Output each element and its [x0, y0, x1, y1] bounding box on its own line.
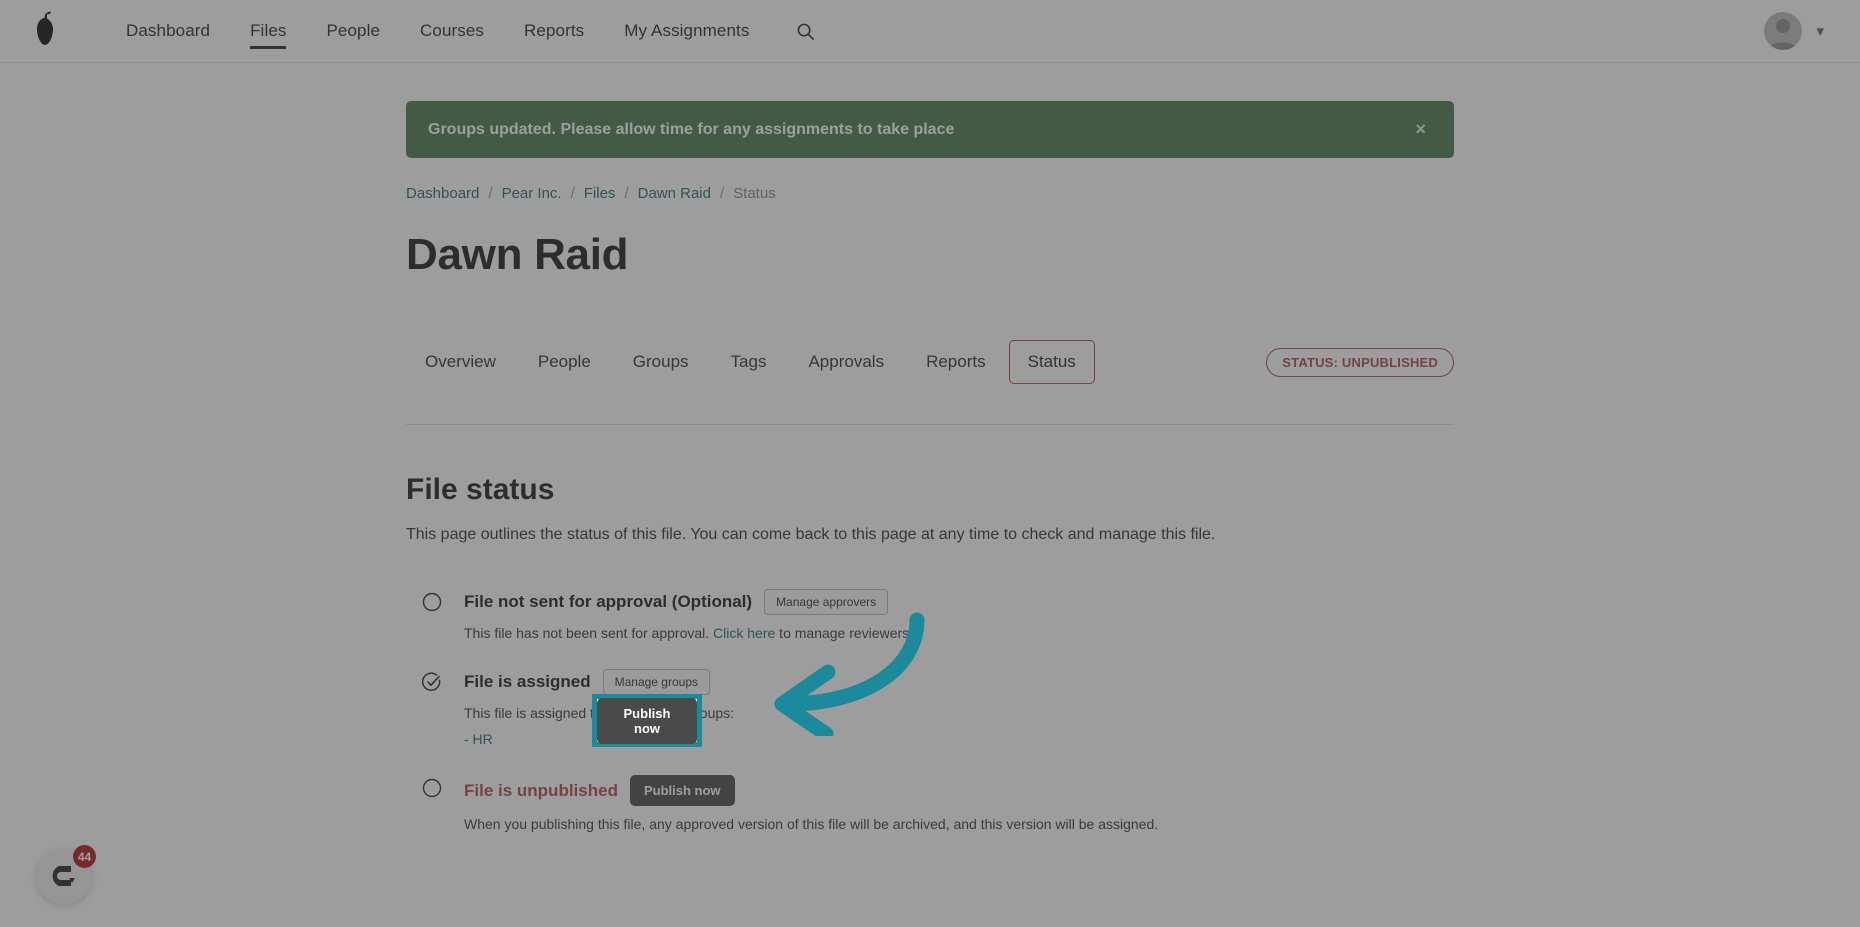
tab-groups[interactable]: Groups	[614, 340, 708, 384]
tab-people[interactable]: People	[519, 340, 610, 384]
circle-check-icon	[421, 672, 444, 694]
tab-label: Groups	[632, 352, 689, 371]
status-step-body: File not sent for approval (Optional) Ma…	[464, 589, 1454, 641]
status-step-unpublished: File is unpublished Publish now When you…	[406, 775, 1454, 832]
breadcrumb-separator: /	[624, 185, 629, 202]
chevron-down-icon[interactable]: ▾	[1816, 22, 1824, 40]
section-divider	[406, 424, 1454, 425]
content-wrapper: Groups updated. Please allow time for an…	[406, 101, 1454, 832]
manage-groups-button[interactable]: Manage groups	[602, 669, 710, 695]
status-step-approval: File not sent for approval (Optional) Ma…	[406, 589, 1454, 641]
nav-item-my-assignments[interactable]: My Assignments	[604, 0, 769, 62]
user-avatar-icon[interactable]	[1764, 12, 1803, 50]
page-title: Dawn Raid	[406, 230, 629, 279]
chat-widget-icon[interactable]: 44	[36, 845, 96, 904]
section-title: File status	[406, 473, 555, 506]
nav-item-reports[interactable]: Reports	[504, 0, 604, 62]
tab-bar: Overview People Groups Tags Approvals Re…	[406, 340, 1454, 384]
status-step-description: This file has not been sent for approval…	[464, 625, 1454, 641]
tab-reports[interactable]: Reports	[907, 340, 1005, 384]
tab-label: People	[537, 352, 591, 371]
status-step-title: File is assigned	[464, 672, 591, 691]
search-icon[interactable]	[791, 17, 819, 45]
circle-empty-icon	[422, 592, 444, 614]
status-step-desc-before: This file has not been sent for approval…	[464, 625, 714, 641]
nav-item-courses[interactable]: Courses	[400, 0, 504, 62]
pear-logo-icon[interactable]	[22, 8, 68, 54]
click-here-link[interactable]: Click here	[713, 625, 775, 641]
tab-label: Overview	[425, 352, 496, 371]
nav-label: Courses	[420, 21, 485, 40]
breadcrumb-separator: /	[488, 185, 493, 202]
status-step-description: When you publishing this file, any appro…	[464, 816, 1159, 832]
nav-label: Dashboard	[126, 21, 211, 40]
widget-badge-count: 44	[73, 845, 96, 868]
nav-label: Files	[250, 21, 287, 40]
breadcrumb-item-pear-inc[interactable]: Pear Inc.	[502, 185, 562, 202]
tab-tags[interactable]: Tags	[712, 340, 786, 384]
tab-label: Reports	[926, 352, 986, 371]
status-step-title: File not sent for approval (Optional)	[464, 592, 753, 611]
nav-right-group: ▾	[1764, 12, 1838, 50]
manage-approvers-button[interactable]: Manage approvers	[764, 589, 889, 615]
status-step-title: File is unpublished	[464, 780, 618, 800]
nav-label: My Assignments	[624, 21, 750, 40]
breadcrumb-item-files[interactable]: Files	[584, 185, 616, 202]
alert-message: Groups updated. Please allow time for an…	[428, 120, 955, 138]
breadcrumb-separator: /	[570, 185, 575, 202]
breadcrumb-item-status: Status	[733, 185, 776, 202]
tabs-group: Overview People Groups Tags Approvals Re…	[406, 340, 1095, 384]
tab-label: Status	[1027, 352, 1076, 371]
status-step-header: File is unpublished Publish now	[464, 775, 1454, 806]
tab-status[interactable]: Status	[1008, 340, 1095, 384]
breadcrumb-separator: /	[719, 185, 725, 202]
nav-item-files[interactable]: Files	[230, 0, 306, 62]
breadcrumb-item-dawn-raid[interactable]: Dawn Raid	[638, 185, 711, 202]
tab-overview[interactable]: Overview	[406, 340, 515, 384]
tab-label: Tags	[730, 352, 767, 371]
status-step-assigned: File is assigned Manage groups This file…	[406, 669, 1454, 747]
nav-label: Reports	[524, 21, 585, 40]
publish-now-button[interactable]: Publish now	[597, 697, 697, 744]
nav-label: People	[326, 21, 381, 40]
flash-alert: Groups updated. Please allow time for an…	[406, 101, 1454, 158]
highlight-box: Publish now	[592, 694, 702, 747]
page-root: Dashboard Files People Courses Reports M…	[0, 0, 1860, 927]
breadcrumb: Dashboard / Pear Inc. / Files / Dawn Rai…	[406, 185, 1454, 202]
main-content: Groups updated. Please allow time for an…	[0, 63, 1860, 832]
nav-items: Dashboard Files People Courses Reports M…	[106, 0, 819, 62]
status-step-header: File not sent for approval (Optional) Ma…	[464, 589, 1454, 615]
tab-label: Approvals	[808, 352, 885, 371]
nav-item-people[interactable]: People	[306, 0, 400, 62]
top-navigation-bar: Dashboard Files People Courses Reports M…	[0, 0, 1860, 63]
status-steps-list: File not sent for approval (Optional) Ma…	[406, 589, 1454, 832]
section-description: This page outlines the status of this fi…	[406, 526, 1216, 543]
publish-now-button-underlay[interactable]: Publish now	[629, 775, 735, 806]
nav-item-dashboard[interactable]: Dashboard	[106, 0, 230, 62]
status-step-header: File is assigned Manage groups	[464, 669, 1454, 695]
circle-empty-icon	[422, 778, 444, 800]
status-step-body: File is unpublished Publish now When you…	[464, 775, 1454, 832]
status-badge: STATUS: UNPUBLISHED	[1266, 347, 1454, 377]
status-step-desc-after: to manage reviewers.	[775, 625, 914, 641]
tab-approvals[interactable]: Approvals	[789, 340, 903, 384]
breadcrumb-item-dashboard[interactable]: Dashboard	[406, 185, 479, 202]
close-icon[interactable]: ×	[1409, 119, 1432, 140]
